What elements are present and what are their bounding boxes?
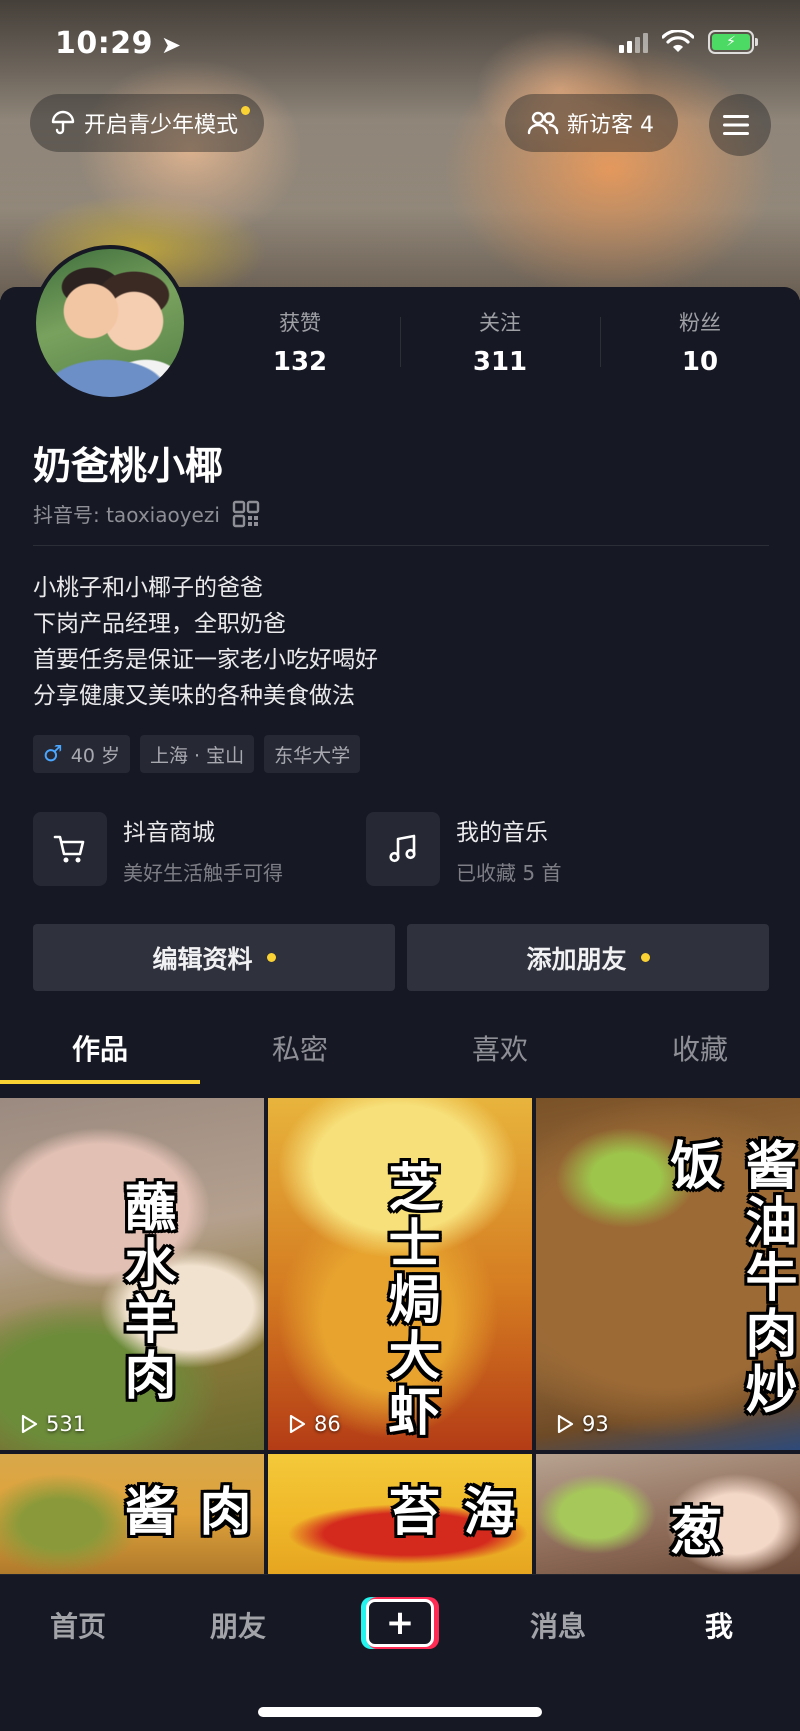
play-count-text: 86 — [314, 1412, 341, 1436]
cellular-signal-icon — [619, 31, 648, 53]
feature-title: 抖音商城 — [123, 819, 215, 846]
feature-entries: 抖音商城 美好生活触手可得 我的音乐 已收藏 5 首 — [33, 812, 773, 892]
play-icon — [21, 1414, 38, 1434]
wifi-icon — [662, 30, 694, 52]
tab-likes[interactable]: 喜欢 — [400, 1022, 600, 1082]
location-tag: 上海 · 宝山 — [139, 735, 255, 773]
create-post-button[interactable]: + — [361, 1597, 439, 1649]
douyin-mall-entry[interactable]: 抖音商城 美好生活触手可得 — [33, 812, 283, 886]
bio-line: 分享健康又美味的各种美食做法 — [33, 683, 355, 709]
play-count: 531 — [18, 1412, 86, 1436]
content-tabs: 作品 私密 喜欢 收藏 — [0, 1022, 800, 1084]
stat-value: 132 — [272, 347, 328, 377]
cart-icon — [33, 812, 107, 886]
school-tag: 东华大学 — [264, 735, 361, 773]
menu-button[interactable] — [709, 94, 771, 156]
video-thumbnail[interactable]: 芝士焗大虾 86 — [268, 1098, 532, 1450]
stat-followers[interactable]: 粉丝 10 — [600, 307, 800, 377]
nav-friends[interactable]: 朋友 — [210, 1605, 266, 1645]
edit-profile-button[interactable]: 编辑资料 — [33, 924, 395, 991]
feature-subtitle: 已收藏 5 首 — [456, 860, 562, 885]
new-visitors-button[interactable]: 新访客 4 — [505, 94, 678, 152]
stat-label: 关注 — [479, 311, 521, 335]
video-title: 酱油牛肉炒饭 — [661, 1138, 797, 1418]
age-text: 40 岁 — [70, 744, 120, 767]
add-friend-badge-dot — [640, 953, 650, 962]
stat-value: 10 — [681, 347, 719, 377]
location-arrow-icon: ➤ — [161, 31, 182, 59]
bio-line: 小桃子和小椰子的爸爸 — [33, 575, 263, 601]
stat-following[interactable]: 关注 311 — [400, 307, 600, 377]
stat-label: 获赞 — [279, 311, 321, 335]
teen-mode-badge-dot — [241, 106, 251, 115]
school-text: 东华大学 — [274, 744, 351, 767]
profile-tags: ♂ 40 岁 上海 · 宝山 东华大学 — [33, 735, 361, 773]
nav-messages[interactable]: 消息 — [530, 1605, 586, 1645]
video-thumbnail[interactable]: 葱 — [536, 1454, 800, 1574]
douyin-id-text: 抖音号: taoxiaoyezi — [33, 503, 220, 527]
teen-mode-button[interactable]: 开启青少年模式 — [30, 94, 265, 152]
qr-code-icon[interactable] — [232, 500, 260, 528]
home-indicator — [258, 1707, 542, 1717]
location-text: 上海 · 宝山 — [149, 744, 245, 767]
tab-works[interactable]: 作品 — [0, 1022, 200, 1084]
video-title: 蘸水羊肉 — [115, 1180, 176, 1404]
add-friend-button[interactable]: 添加朋友 — [407, 924, 769, 991]
status-time: 10:29 ➤ — [55, 26, 182, 61]
status-icons: ⚡ — [619, 30, 758, 54]
stat-likes[interactable]: 获赞 132 — [200, 307, 400, 377]
play-count-text: 531 — [46, 1412, 87, 1436]
nav-home[interactable]: 首页 — [50, 1605, 106, 1645]
bio-line: 首要任务是保证一家老小吃好喝好 — [33, 647, 378, 673]
age-tag: ♂ 40 岁 — [33, 735, 130, 773]
play-icon — [557, 1414, 574, 1434]
video-thumbnail[interactable]: 肉酱 — [0, 1454, 264, 1574]
stat-label: 粉丝 — [679, 311, 721, 335]
edit-profile-label: 编辑资料 — [152, 945, 253, 974]
plus-icon: + — [366, 1599, 434, 1647]
video-title: 葱 — [661, 1504, 722, 1560]
music-note-icon — [366, 812, 440, 886]
douyin-id: 抖音号: taoxiaoyezi — [33, 499, 260, 528]
status-bar: 10:29 ➤ ⚡ — [0, 0, 800, 90]
visitors-icon — [527, 111, 559, 135]
bio: 小桃子和小椰子的爸爸 下岗产品经理，全职奶爸 首要任务是保证一家老小吃好喝好 分… — [33, 570, 378, 714]
teen-mode-label: 开启青少年模式 — [84, 113, 239, 138]
clock: 10:29 — [55, 26, 153, 61]
divider — [33, 545, 769, 546]
edit-profile-badge-dot — [266, 953, 276, 962]
tab-favorites[interactable]: 收藏 — [600, 1022, 800, 1082]
umbrella-icon — [51, 110, 75, 135]
play-count-text: 93 — [582, 1412, 609, 1436]
stat-value: 311 — [472, 347, 528, 377]
nav-me[interactable]: 我 — [705, 1605, 733, 1645]
play-count: 86 — [286, 1412, 341, 1436]
profile-actions: 编辑资料 添加朋友 — [33, 924, 769, 991]
video-title: 海苔 — [379, 1484, 515, 1540]
video-thumbnail[interactable]: 酱油牛肉炒饭 93 — [536, 1098, 800, 1450]
play-count: 93 — [554, 1412, 609, 1436]
add-friend-label: 添加朋友 — [526, 945, 627, 974]
battery-charging-icon: ⚡ — [708, 30, 758, 54]
avatar[interactable] — [32, 245, 188, 401]
hamburger-menu-icon — [723, 115, 749, 135]
tab-private[interactable]: 私密 — [200, 1022, 400, 1082]
feature-subtitle: 美好生活触手可得 — [123, 860, 283, 885]
video-title: 芝士焗大虾 — [379, 1160, 440, 1440]
male-gender-icon: ♂ — [43, 741, 63, 767]
video-thumbnail[interactable]: 蘸水羊肉 531 — [0, 1098, 264, 1450]
video-thumbnail[interactable]: 海苔 — [268, 1454, 532, 1574]
bio-line: 下岗产品经理，全职奶爸 — [33, 611, 286, 637]
new-visitors-label: 新访客 4 — [567, 113, 654, 138]
profile-stats: 获赞 132 关注 311 粉丝 10 — [200, 307, 800, 377]
feature-title: 我的音乐 — [456, 819, 548, 846]
profile-name: 奶爸桃小椰 — [33, 444, 224, 488]
video-title: 肉酱 — [115, 1484, 251, 1540]
play-icon — [289, 1414, 306, 1434]
my-music-entry[interactable]: 我的音乐 已收藏 5 首 — [366, 812, 561, 886]
